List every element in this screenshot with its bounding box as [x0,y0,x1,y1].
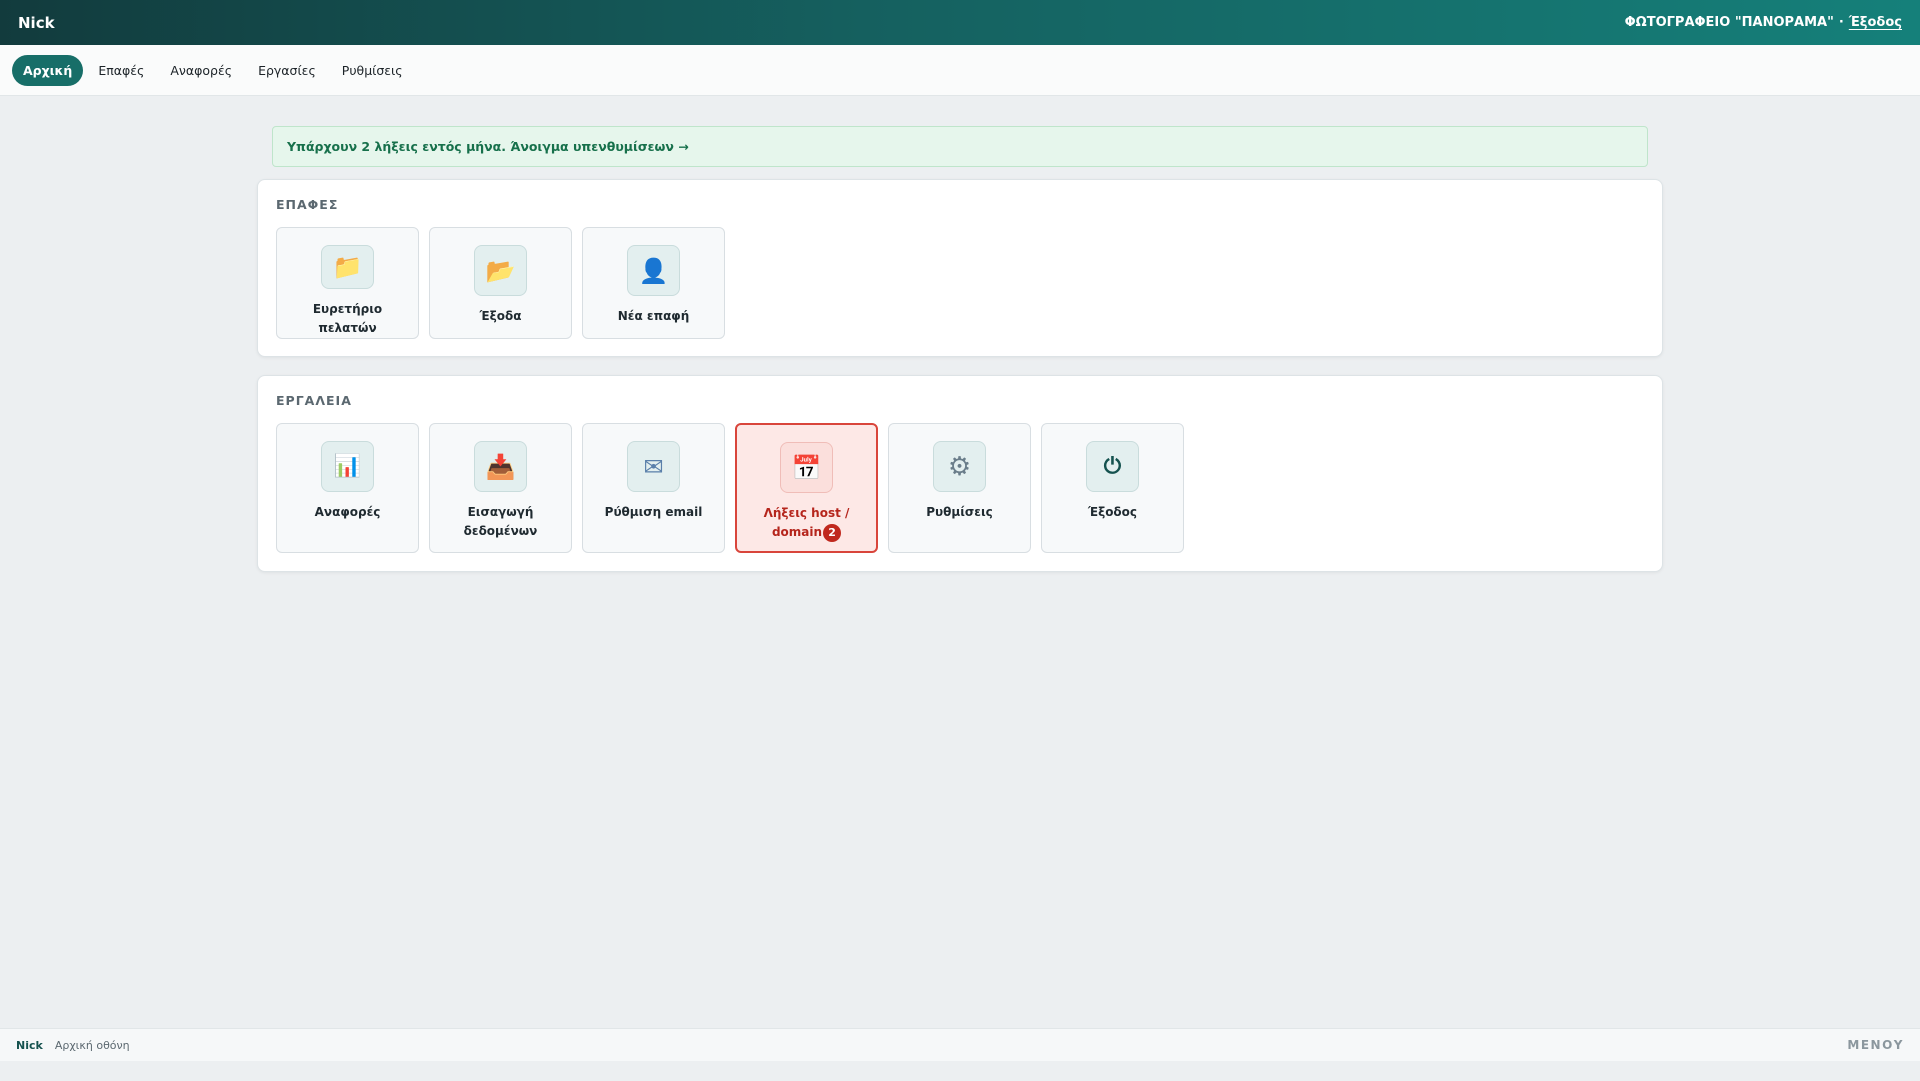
envelope-icon: ✉ [627,441,680,492]
top-header: Nick ΦΩΤΟΓΡΑΦΕΙΟ "ΠΑΝΟΡΑΜΑ" · Έξοδος [0,0,1920,45]
expenses-tile[interactable]: 📂 Έξοδα [429,227,572,339]
header-separator: · [1838,15,1844,30]
main-nav: Αρχική Επαφές Αναφορές Εργασίες Ρυθμίσει… [0,45,1920,96]
data-import-tile[interactable]: 📥 Εισαγωγή δεδομένων [429,423,572,553]
data-import-label: Εισαγωγή δεδομένων [463,505,538,538]
contacts-tiles: 📁 Ευρετήριο πελατών 📂 Έξοδα 👤 Νέα επαφή [276,227,725,339]
nav-item-home[interactable]: Αρχική [12,54,84,86]
company-name: ΦΩΤΟΓΡΑΦΕΙΟ "ΠΑΝΟΡΑΜΑ" [1624,15,1834,30]
settings-label: Ρυθμίσεις [926,505,993,519]
menu-button[interactable]: ΜΕΝΟΥ [1847,1038,1904,1052]
logout-link[interactable]: Έξοδος [1849,15,1902,30]
exit-label: Έξοδος [1087,505,1138,519]
bar-chart-icon: 📊 [321,441,374,492]
expenses-label: Έξοδα [479,309,522,323]
expiry-alert-text: Υπάρχουν 2 λήξεις εντός μήνα. Άνοιγμα υπ… [287,139,689,154]
gear-icon: ⚙ [933,441,986,492]
email-settings-label: Ρύθμιση email [604,505,703,519]
client-index-label: Ευρετήριο πελατών [312,302,383,335]
settings-tile[interactable]: ⚙ Ρυθμίσεις [888,423,1031,553]
host-domain-expiry-tile[interactable]: 📅 Λήξεις host / domain 2 [735,423,878,553]
tools-panel-title: ΕΡΓΑΛΕΙΑ [276,393,352,408]
folder-icon: 📁 [321,245,374,289]
nav-item-reports[interactable]: Αναφορές [159,55,243,86]
expiry-count-badge: 2 [823,523,842,542]
contacts-panel: ΕΠΑΦΕΣ 📁 Ευρετήριο πελατών 📂 Έξοδα 👤 Νέα… [257,179,1663,357]
client-index-tile[interactable]: 📁 Ευρετήριο πελατών [276,227,419,339]
contacts-panel-title: ΕΠΑΦΕΣ [276,197,339,212]
nav-item-contacts[interactable]: Επαφές [87,55,155,86]
tools-tiles: 📊 Αναφορές 📥 Εισαγωγή δεδομένων ✉ Ρύθμισ… [276,423,1184,553]
exit-tile[interactable]: ⏻ Έξοδος [1041,423,1184,553]
folder-open-icon: 📂 [474,245,527,296]
power-icon: ⏻ [1086,441,1139,492]
reports-tile[interactable]: 📊 Αναφορές [276,423,419,553]
nav-item-settings[interactable]: Ρυθμίσεις [331,55,414,86]
new-contact-tile[interactable]: 👤 Νέα επαφή [582,227,725,339]
nav-item-tasks[interactable]: Εργασίες [247,55,327,86]
header-right: ΦΩΤΟΓΡΑΦΕΙΟ "ΠΑΝΟΡΑΜΑ" · Έξοδος [1625,15,1902,30]
footer-screen-name: Αρχική οθόνη [54,1038,130,1052]
host-domain-expiry-label: Λήξεις host / domain 2 [737,504,876,542]
user-icon: 👤 [627,245,680,296]
new-contact-label: Νέα επαφή [617,309,690,323]
reports-label: Αναφορές [314,505,381,519]
tools-panel: ΕΡΓΑΛΕΙΑ 📊 Αναφορές 📥 Εισαγωγή δεδομένων… [257,375,1663,572]
expiry-alert-banner[interactable]: Υπάρχουν 2 λήξεις εντός μήνα. Άνοιγμα υπ… [272,126,1648,167]
brand-name: Nick [18,13,55,32]
inbox-tray-icon: 📥 [474,441,527,492]
calendar-icon: 📅 [780,442,833,493]
footer-user: Nick [16,1038,43,1052]
status-footer: Nick Αρχική οθόνη ΜΕΝΟΥ [0,1028,1920,1061]
email-settings-tile[interactable]: ✉ Ρύθμιση email [582,423,725,553]
